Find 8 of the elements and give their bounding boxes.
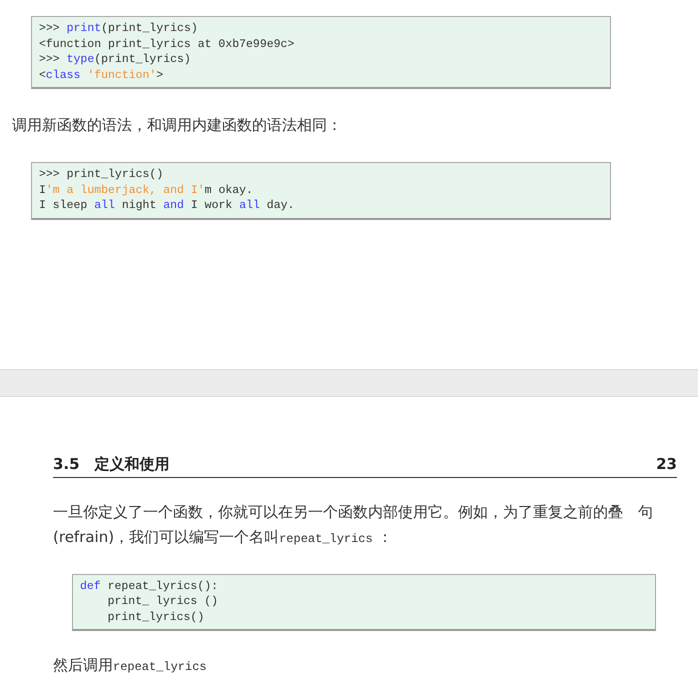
- section-title: 3.5 定义和使用: [53, 454, 170, 474]
- code-block: >>> print_lyrics() I'm a lumberjack, and I'm okay. I sleep all night and I work all day.: [31, 162, 611, 220]
- page-number: 23: [656, 454, 677, 474]
- code-block: def repeat_lyrics(): print_ lyrics () print_lyrics(): [72, 574, 656, 631]
- paragraph: 一旦你定义了一个函数，你就可以在另一个函数内部使用它。例如，为了重复之前的叠 句 (refrain)，我们可以编写一个名叫 repeat_lyrics ：: [53, 502, 654, 548]
- paragraph: 调用新函数的语法，和调用内建函数的语法相同：: [12, 115, 343, 136]
- code-block: >>> print(print_lyrics) <function print_lyrics at 0xb7e99e9c> >>> type(print_lyrics) <class 'function'>: [31, 16, 611, 89]
- paragraph: 然后调用 repeat_lyrics: [53, 655, 208, 676]
